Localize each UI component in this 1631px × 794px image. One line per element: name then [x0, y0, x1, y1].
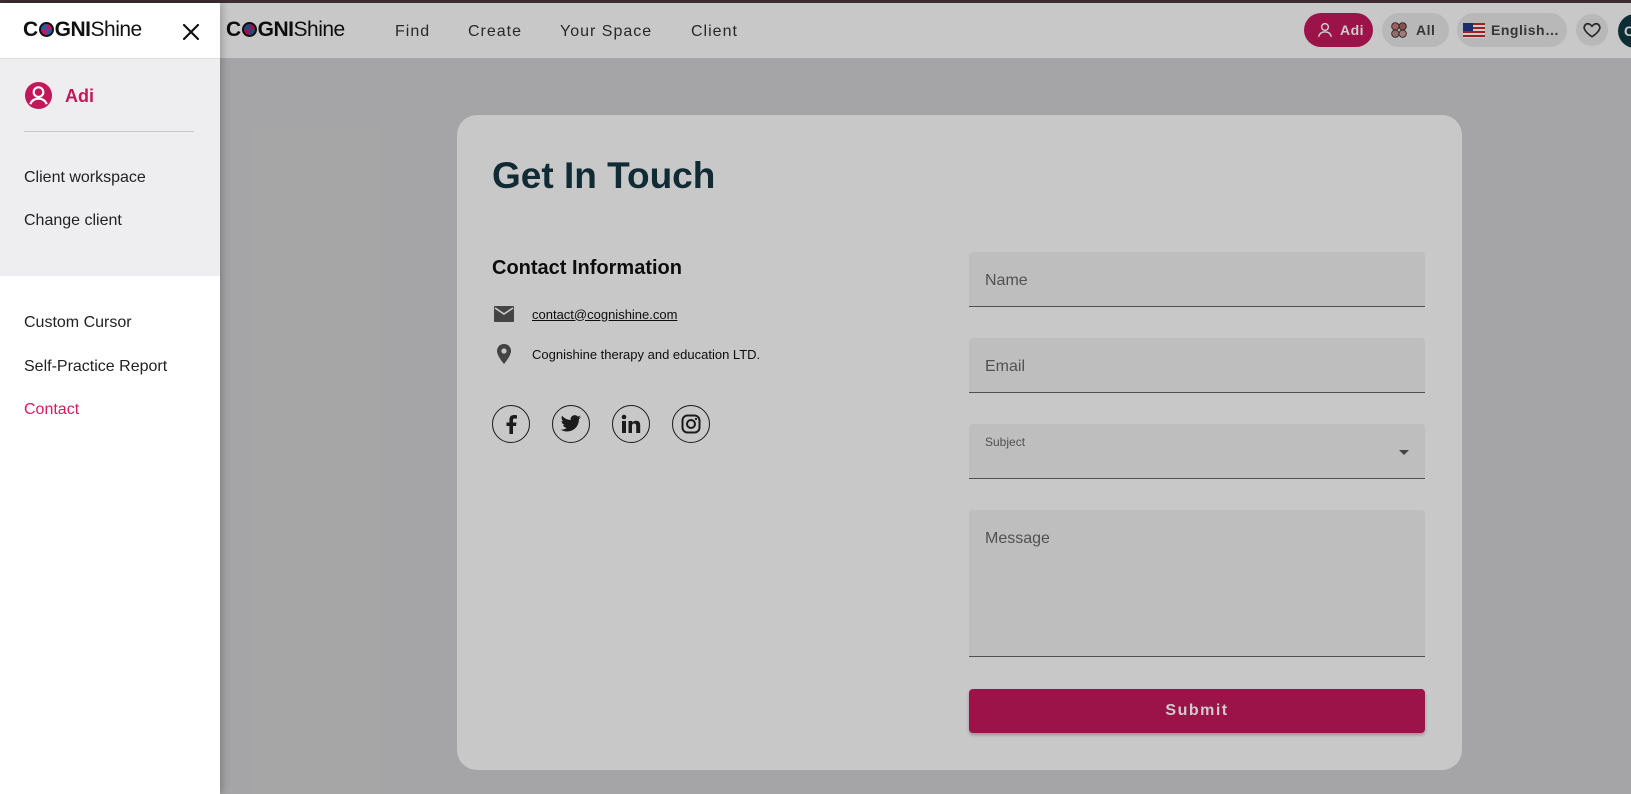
drawer-item-change-client[interactable]: Change client: [24, 212, 122, 230]
side-drawer: C GNIShine Adi Client workspace Change cl…: [0, 3, 220, 794]
drawer-item-contact[interactable]: Contact: [24, 401, 79, 419]
user-avatar-icon: [24, 81, 53, 110]
drawer-item-client-workspace[interactable]: Client workspace: [24, 169, 146, 187]
drawer-user-name[interactable]: Adi: [65, 86, 94, 107]
drawer-header: C GNIShine: [0, 3, 220, 59]
close-icon[interactable]: [180, 21, 202, 43]
drawer-user-section: Adi Client workspace Change client: [0, 59, 220, 276]
drawer-logo[interactable]: C GNIShine: [23, 18, 142, 42]
drawer-backdrop[interactable]: [0, 0, 1631, 794]
drawer-divider: [24, 131, 194, 132]
drawer-item-self-practice-report[interactable]: Self-Practice Report: [24, 358, 167, 376]
logo-mark-icon: [38, 22, 54, 37]
drawer-item-custom-cursor[interactable]: Custom Cursor: [24, 314, 132, 332]
